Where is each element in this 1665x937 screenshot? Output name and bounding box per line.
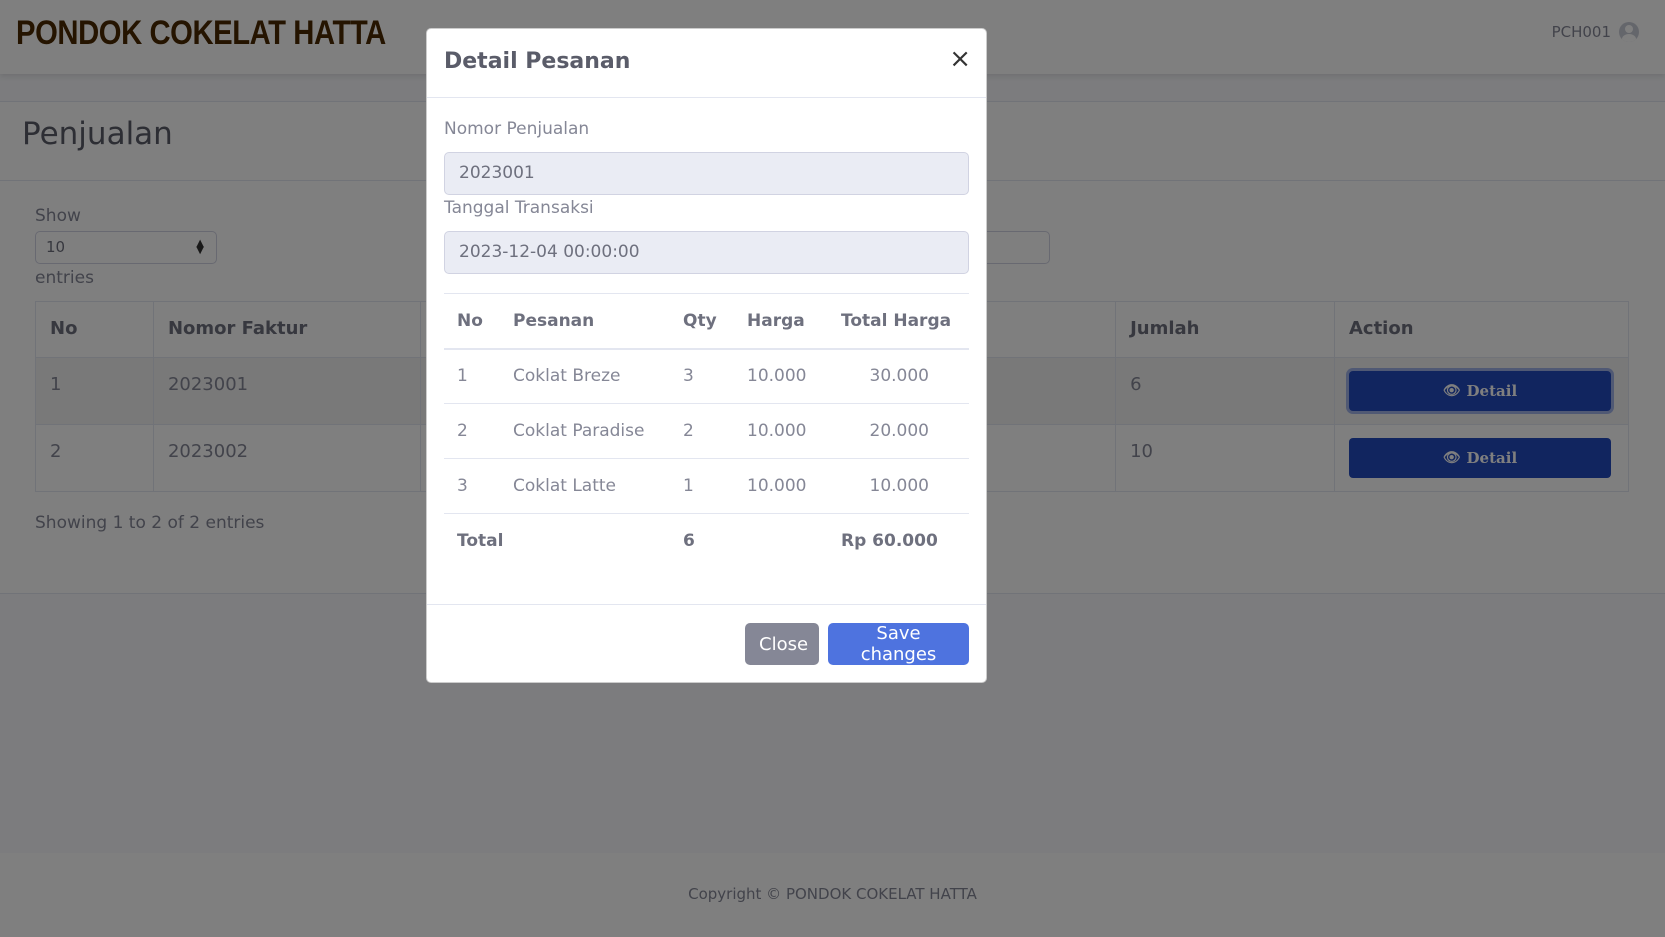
order-item-row: 3 Coklat Latte 1 10.000 10.000 [444, 458, 969, 514]
col-header-qty: Qty [670, 293, 734, 350]
order-item-row: 2 Coklat Paradise 2 10.000 20.000 [444, 403, 969, 459]
order-total-row: Total 6 Rp 60.000 [444, 513, 969, 569]
order-items-table: No Pesanan Qty Harga Total Harga 1 Cokla… [444, 293, 969, 569]
item-no: 3 [444, 458, 500, 514]
item-total: 10.000 [828, 458, 969, 514]
item-pesanan: Coklat Latte [500, 458, 670, 514]
close-button[interactable]: Close [745, 623, 819, 665]
order-header-row: No Pesanan Qty Harga Total Harga [444, 293, 969, 350]
nomor-penjualan-field[interactable]: 2023001 [444, 152, 969, 195]
nomor-penjualan-label: Nomor Penjualan [444, 119, 590, 139]
item-qty: 3 [670, 348, 734, 404]
item-harga: 10.000 [734, 458, 828, 514]
item-harga: 10.000 [734, 403, 828, 459]
save-changes-button[interactable]: Save changes [828, 623, 969, 665]
tanggal-transaksi-label: Tanggal Transaksi [444, 198, 594, 218]
col-header-no: No [444, 293, 500, 350]
total-amount: Rp 60.000 [828, 513, 969, 569]
item-pesanan: Coklat Breze [500, 348, 670, 404]
col-header-harga: Harga [734, 293, 828, 350]
item-qty: 1 [670, 458, 734, 514]
item-total: 20.000 [828, 403, 969, 459]
total-spacer [734, 513, 828, 569]
item-total: 30.000 [828, 348, 969, 404]
order-item-row: 1 Coklat Breze 3 10.000 30.000 [444, 348, 969, 404]
close-icon[interactable]: × [949, 46, 971, 72]
modal-title: Detail Pesanan [444, 49, 631, 74]
detail-modal: Detail Pesanan × Nomor Penjualan 2023001… [426, 28, 987, 683]
modal-header: Detail Pesanan × [427, 29, 986, 98]
modal-footer: Close Save changes [427, 604, 986, 682]
col-header-pesanan: Pesanan [500, 293, 670, 350]
item-qty: 2 [670, 403, 734, 459]
col-header-total-harga: Total Harga [828, 293, 969, 350]
total-qty: 6 [670, 513, 734, 569]
item-harga: 10.000 [734, 348, 828, 404]
item-no: 2 [444, 403, 500, 459]
total-label: Total [444, 513, 670, 569]
item-pesanan: Coklat Paradise [500, 403, 670, 459]
tanggal-transaksi-field[interactable]: 2023-12-04 00:00:00 [444, 231, 969, 274]
item-no: 1 [444, 348, 500, 404]
